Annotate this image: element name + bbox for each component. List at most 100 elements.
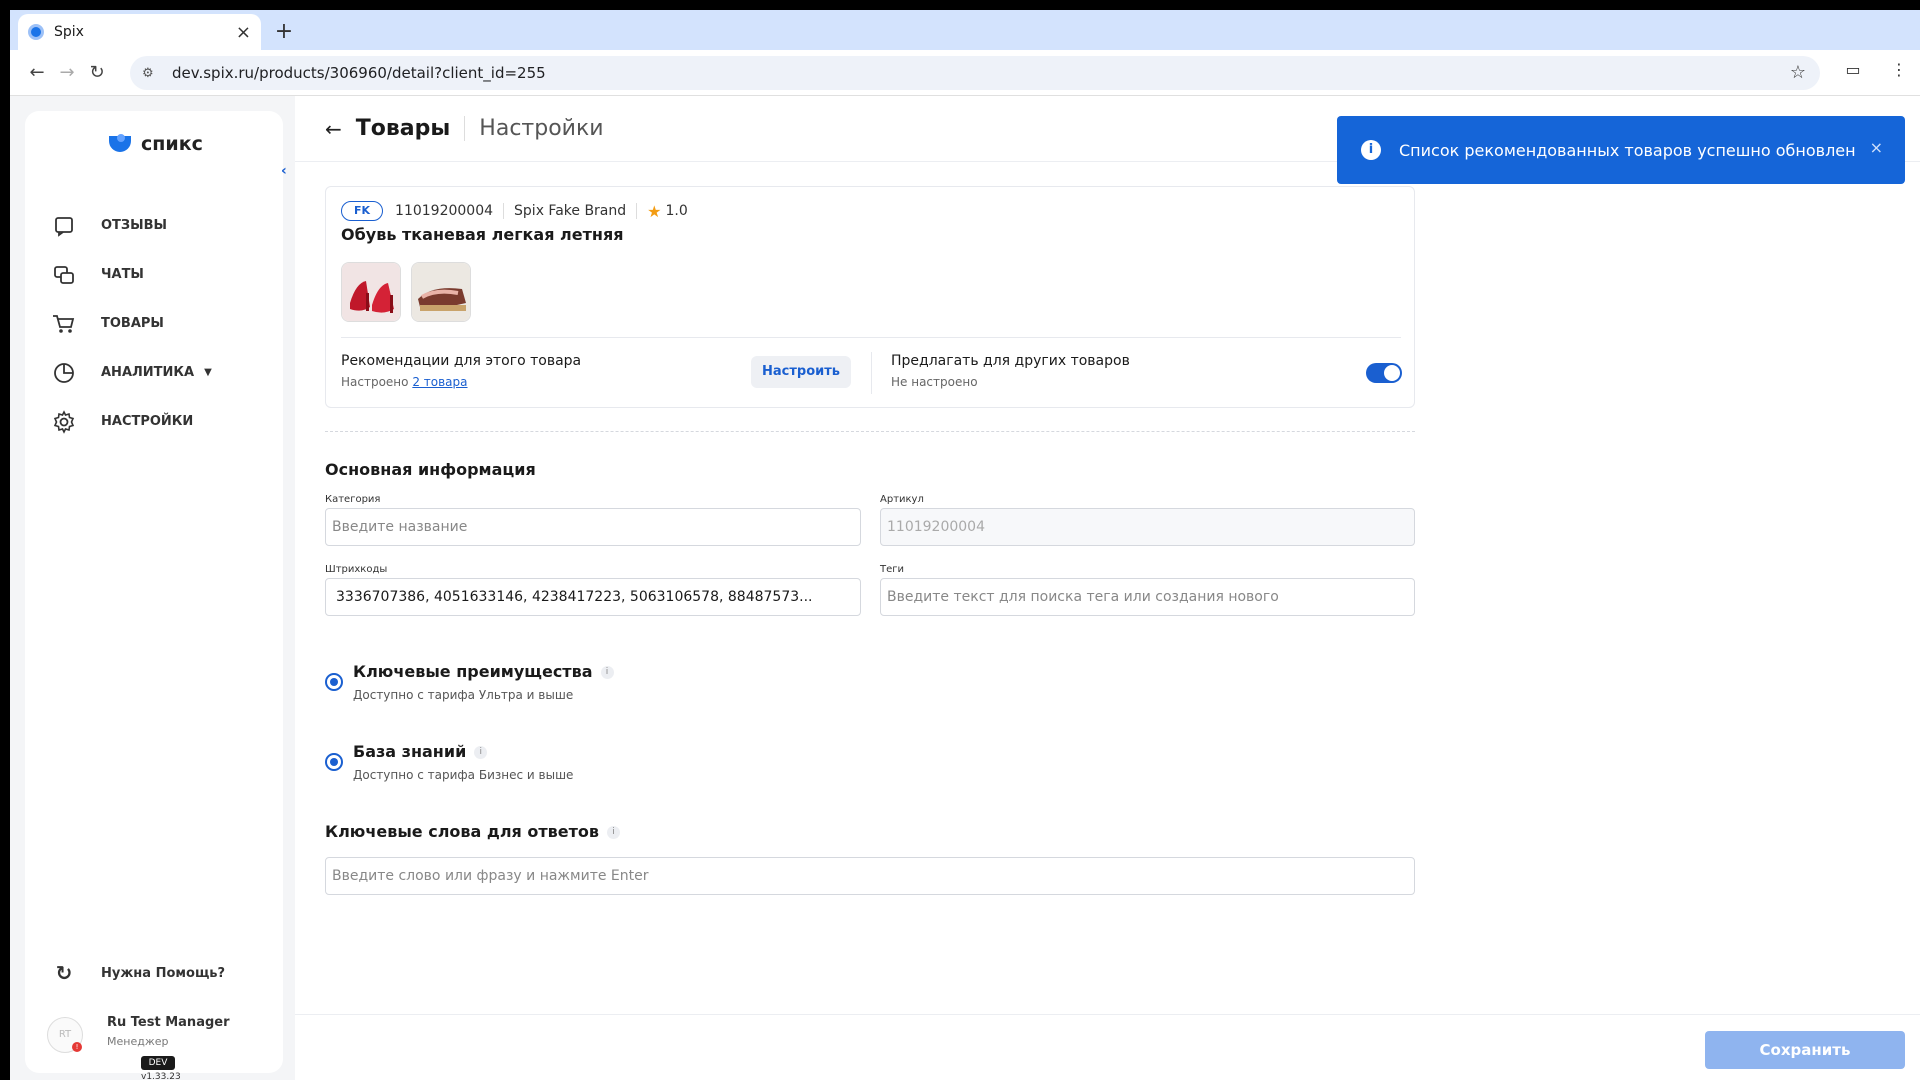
divider (325, 431, 1415, 432)
sidebar-item-label: ЧАТЫ (101, 267, 144, 282)
keywords-title: Ключевые слова для ответов i (325, 822, 621, 841)
product-name: Обувь тканевая легкая летняя (341, 225, 624, 244)
info-icon[interactable]: i (607, 826, 621, 839)
chevron-down-icon: ▼ (204, 367, 212, 378)
user-name: Ru Test Manager (107, 1015, 230, 1030)
knowledge-base-radio[interactable] (325, 753, 343, 771)
divider (503, 203, 505, 219)
basic-info-title: Основная информация (325, 460, 536, 479)
offer-toggle[interactable] (1366, 363, 1402, 383)
help-refresh-icon: ↻ (55, 961, 73, 985)
barcodes-input[interactable]: 3336707386, 4051633146, 4238417223, 5063… (325, 578, 861, 616)
divider (871, 352, 872, 394)
key-benefits-radio[interactable] (325, 673, 343, 691)
key-benefits-title: Ключевые преимущества i (353, 662, 614, 681)
sidebar-item-settings[interactable]: НАСТРОЙКИ (50, 397, 270, 446)
favicon-icon (28, 24, 44, 40)
knowledge-base-title: База знаний i (353, 742, 488, 761)
avatar: RT ! (47, 1017, 83, 1053)
browser-window: Spix × + ← → ↻ ⚙ dev.spix.ru/products/30… (10, 10, 1920, 1080)
marketplace-badge: FK (341, 201, 384, 221)
rating-star-icon: ★ (647, 201, 662, 221)
page-subtitle: Настройки (479, 116, 604, 141)
offer-title: Предлагать для других товаров (891, 353, 1130, 369)
alert-dot-icon: ! (72, 1042, 82, 1052)
analytics-icon (50, 359, 78, 387)
key-benefits-title-text: Ключевые преимущества (353, 662, 593, 681)
keywords-title-text: Ключевые слова для ответов (325, 822, 600, 841)
sidebar-item-label: ТОВАРЫ (101, 316, 164, 331)
product-image[interactable] (411, 262, 471, 322)
article-input: 11019200004 (880, 508, 1415, 546)
recommendations-link[interactable]: 2 товара (412, 375, 467, 389)
sidebar-item-reviews[interactable]: ОТЗЫВЫ (50, 201, 270, 250)
forward-arrow-icon[interactable]: → (54, 60, 80, 86)
cart-icon (50, 310, 78, 338)
cast-icon[interactable]: ▭ (1840, 60, 1866, 79)
browser-toolbar: ← → ↻ ⚙ dev.spix.ru/products/306960/deta… (10, 50, 1920, 96)
barcodes-label: Штрихкоды (325, 564, 388, 575)
tags-input[interactable]: Введите текст для поиска тега или создан… (880, 578, 1415, 616)
sidebar-item-chats[interactable]: ЧАТЫ (50, 250, 270, 299)
product-meta: FK 11019200004 Spix Fake Brand ★ 1.0 (341, 201, 688, 221)
sidebar-item-label: ОТЗЫВЫ (101, 218, 168, 233)
sidebar: спикс ‹ ОТЗЫВЫ ЧАТЫ ТОВАРЫ АНАЛИТИКА ▼ Н… (25, 111, 287, 1080)
back-arrow-icon[interactable]: ← (24, 60, 50, 86)
key-benefits-sub: Доступно с тарифа Ультра и выше (353, 688, 574, 702)
product-rating: 1.0 (665, 203, 688, 219)
menu-kebab-icon[interactable]: ⋮ (1886, 60, 1912, 79)
avatar-initials: RT (58, 1029, 72, 1040)
configure-button[interactable]: Настроить (751, 356, 851, 388)
logo-text: спикс (141, 133, 203, 155)
success-toast: i Список рекомендованных товаров успешно… (1337, 116, 1905, 184)
reviews-icon (50, 212, 78, 240)
sidebar-item-products[interactable]: ТОВАРЫ (50, 299, 270, 348)
gear-icon (50, 408, 78, 436)
sidebar-nav: ОТЗЫВЫ ЧАТЫ ТОВАРЫ АНАЛИТИКА ▼ НАСТРОЙКИ (50, 201, 270, 446)
help-label: Нужна Помощь? (101, 965, 226, 981)
site-info-icon[interactable]: ⚙ (142, 66, 160, 81)
info-icon[interactable]: i (474, 746, 488, 759)
help-link[interactable]: ↻ Нужна Помощь? (50, 961, 225, 985)
logo-bird-icon (107, 134, 135, 154)
sidebar-item-label: АНАЛИТИКА (101, 365, 195, 380)
product-brand: Spix Fake Brand (514, 203, 627, 219)
app-root: спикс ‹ ОТЗЫВЫ ЧАТЫ ТОВАРЫ АНАЛИТИКА ▼ Н… (10, 96, 1920, 1080)
category-input[interactable]: Введите название (325, 508, 861, 546)
category-label: Категория (325, 494, 381, 505)
recommendations-title: Рекомендации для этого товара (341, 353, 582, 369)
divider (341, 337, 1401, 338)
recommendations-status: Настроено 2 товара (341, 375, 468, 389)
back-arrow-icon[interactable]: ← (325, 117, 342, 141)
chats-icon (50, 261, 78, 289)
user-role: Менеджер (107, 1035, 169, 1048)
browser-tab[interactable]: Spix × (18, 14, 261, 50)
knowledge-base-sub: Доступно с тарифа Бизнес и выше (353, 768, 574, 782)
recommendations-status-text: Настроено (341, 375, 409, 389)
main-content: ← Товары Настройки FK 11019200004 Spix F… (295, 96, 1920, 1080)
bookmark-star-icon[interactable]: ☆ (1790, 62, 1806, 83)
product-image[interactable] (341, 262, 401, 322)
tab-strip: Spix × + (10, 10, 1920, 50)
product-card: FK 11019200004 Spix Fake Brand ★ 1.0 Обу… (325, 186, 1415, 408)
info-icon[interactable]: i (600, 666, 614, 679)
tab-close-icon[interactable]: × (236, 22, 251, 43)
page-footer: Сохранить (295, 1014, 1920, 1080)
app-version: v1.33.23 (141, 1072, 181, 1080)
page-title: Товары (356, 116, 466, 141)
url-text: dev.spix.ru/products/306960/detail?clien… (172, 64, 546, 82)
info-icon: i (1361, 140, 1381, 160)
new-tab-button[interactable]: + (270, 18, 298, 46)
knowledge-base-title-text: База знаний (353, 742, 467, 761)
sidebar-item-label: НАСТРОЙКИ (101, 414, 194, 429)
address-bar[interactable]: ⚙ dev.spix.ru/products/306960/detail?cli… (130, 56, 1820, 90)
offer-status: Не настроено (891, 375, 978, 389)
keywords-input[interactable]: Введите слово или фразу и нажмите Enter (325, 857, 1415, 895)
logo[interactable]: спикс (107, 133, 203, 155)
collapse-sidebar-icon[interactable]: ‹ (281, 163, 287, 179)
sidebar-item-analytics[interactable]: АНАЛИТИКА ▼ (50, 348, 270, 397)
save-button[interactable]: Сохранить (1705, 1031, 1905, 1069)
reload-icon[interactable]: ↻ (84, 60, 110, 86)
product-sku: 11019200004 (395, 203, 494, 219)
close-icon[interactable]: × (1870, 138, 1883, 157)
